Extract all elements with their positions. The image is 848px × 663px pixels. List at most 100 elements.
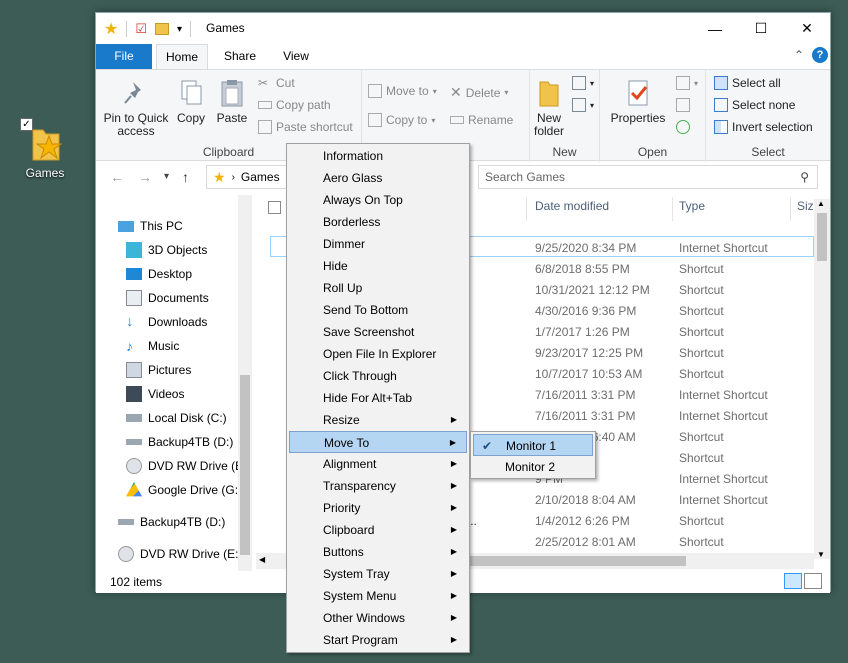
scrollbar-thumb[interactable] — [466, 556, 686, 566]
menu-item-click-through[interactable]: Click Through — [289, 365, 467, 387]
scrollbar-thumb[interactable] — [240, 375, 250, 555]
menu-item-label: Click Through — [323, 369, 397, 383]
properties-check-icon[interactable]: ☑ — [135, 21, 147, 37]
nav-item-dvd-rw-e-root[interactable]: DVD RW Drive (E:) — [118, 543, 242, 565]
maximize-button[interactable]: ☐ — [738, 13, 784, 44]
scroll-down-icon[interactable]: ▼ — [817, 550, 825, 559]
nav-item-pictures[interactable]: Pictures — [126, 359, 191, 381]
invert-selection-button[interactable]: Invert selection — [714, 120, 813, 134]
paste-shortcut-button[interactable]: Paste shortcut — [258, 120, 353, 134]
nav-item-downloads[interactable]: ↓ Downloads — [126, 311, 207, 333]
nav-item-desktop[interactable]: Desktop — [126, 263, 192, 285]
desktop-games-shortcut[interactable]: ✓ Games — [16, 118, 74, 180]
tab-file[interactable]: File — [96, 44, 152, 69]
copy-to-button[interactable]: Copy to ▾ — [368, 113, 435, 127]
paste-button[interactable]: Paste — [214, 78, 250, 125]
nav-label: Local Disk (C:) — [148, 411, 227, 425]
menu-item-start-program[interactable]: Start Program ▶ — [289, 629, 467, 651]
history-button[interactable] — [676, 120, 690, 134]
nav-item-backup4tb-d[interactable]: Backup4TB (D:) — [126, 431, 233, 453]
menu-item-move-to[interactable]: Move To ▶ — [289, 431, 467, 453]
menu-item-roll-up[interactable]: Roll Up — [289, 277, 467, 299]
scroll-left-icon[interactable]: ◀ — [259, 555, 265, 564]
menu-item-monitor-1[interactable]: ✔ Monitor 1 — [473, 434, 593, 456]
menu-item-resize[interactable]: Resize ▶ — [289, 409, 467, 431]
move-to-button[interactable]: Move to ▾ — [368, 84, 437, 98]
file-type: Shortcut — [679, 304, 724, 318]
recent-chevron-icon[interactable]: ▾ — [164, 171, 169, 182]
cut-button[interactable]: ✂ Cut — [258, 76, 295, 90]
paste-label: Paste — [216, 111, 248, 125]
menu-item-label: System Menu — [323, 589, 397, 603]
new-item-button[interactable]: ▾ — [572, 76, 594, 90]
chevron-down-icon: ▾ — [504, 88, 509, 97]
menu-item-send-to-bottom[interactable]: Send To Bottom — [289, 299, 467, 321]
nav-item-music[interactable]: ♪ Music — [126, 335, 179, 357]
help-icon[interactable]: ? — [812, 47, 828, 63]
scrollbar-thumb[interactable] — [817, 213, 827, 261]
menu-item-transparency[interactable]: Transparency ▶ — [289, 475, 467, 497]
edit-button[interactable] — [676, 98, 690, 112]
rename-button[interactable]: Rename — [450, 113, 513, 127]
file-type: Shortcut — [679, 430, 724, 444]
nav-item-documents[interactable]: Documents — [126, 287, 209, 309]
up-arrow-icon[interactable]: ↑ — [182, 169, 189, 185]
new-folder-button[interactable]: New folder — [534, 78, 564, 138]
menu-item-other-windows[interactable]: Other Windows ▶ — [289, 607, 467, 629]
column-date-modified[interactable]: Date modified — [535, 199, 609, 213]
nav-item-3d-objects[interactable]: 3D Objects — [126, 239, 207, 261]
easy-access-button[interactable]: ▾ — [572, 98, 594, 112]
menu-item-system-tray[interactable]: System Tray ▶ — [289, 563, 467, 585]
menu-item-buttons[interactable]: Buttons ▶ — [289, 541, 467, 563]
tab-view[interactable]: View — [272, 44, 320, 69]
menu-item-borderless[interactable]: Borderless — [289, 211, 467, 233]
pin-to-quick-access-button[interactable]: Pin to Quick access — [102, 78, 170, 138]
select-none-button[interactable]: Select none — [714, 98, 795, 112]
menu-item-aero-glass[interactable]: Aero Glass — [289, 167, 467, 189]
select-all-checkbox[interactable] — [268, 201, 281, 214]
menu-item-system-menu[interactable]: System Menu ▶ — [289, 585, 467, 607]
forward-arrow-icon[interactable]: → — [138, 169, 152, 185]
breadcrumb-chevron-icon: › — [231, 171, 235, 183]
menu-item-dimmer[interactable]: Dimmer — [289, 233, 467, 255]
collapse-ribbon-icon[interactable]: ⌃ — [794, 48, 804, 62]
nav-scrollbar[interactable] — [238, 195, 252, 571]
new-folder-icon[interactable] — [155, 23, 169, 35]
column-size[interactable]: Siz — [797, 199, 814, 213]
chevron-down-icon[interactable]: ▾ — [177, 24, 182, 35]
tab-share[interactable]: Share — [216, 44, 264, 69]
details-view-icon[interactable] — [784, 573, 802, 589]
scroll-up-icon[interactable]: ▲ — [817, 199, 825, 208]
nav-item-google-drive-g[interactable]: Google Drive (G: — [126, 479, 238, 501]
menu-item-priority[interactable]: Priority ▶ — [289, 497, 467, 519]
minimize-button[interactable]: — — [692, 13, 738, 44]
menu-item-alignment[interactable]: Alignment ▶ — [289, 453, 467, 475]
menu-item-information[interactable]: Information — [289, 145, 467, 167]
open-button[interactable]: ▾ — [676, 76, 698, 90]
nav-item-backup4tb-d-root[interactable]: Backup4TB (D:) — [118, 511, 225, 533]
nav-item-videos[interactable]: Videos — [126, 383, 184, 405]
menu-item-save-screenshot[interactable]: Save Screenshot — [289, 321, 467, 343]
large-icons-view-icon[interactable] — [804, 573, 822, 589]
menu-item-clipboard[interactable]: Clipboard ▶ — [289, 519, 467, 541]
search-input[interactable]: Search Games ⚲ — [478, 165, 818, 189]
menu-item-open-file-in-explorer[interactable]: Open File In Explorer — [289, 343, 467, 365]
tab-home[interactable]: Home — [156, 44, 208, 69]
copy-button[interactable]: Copy — [174, 78, 208, 125]
select-all-button[interactable]: Select all — [714, 76, 781, 90]
menu-item-hide[interactable]: Hide — [289, 255, 467, 277]
properties-button[interactable]: Properties — [608, 78, 668, 125]
close-button[interactable]: ✕ — [784, 13, 830, 44]
nav-item-dvd-rw-e[interactable]: DVD RW Drive (E — [126, 455, 243, 477]
menu-item-hide-for-alt-tab[interactable]: Hide For Alt+Tab — [289, 387, 467, 409]
back-arrow-icon[interactable]: ← — [110, 169, 124, 185]
nav-item-local-disk-c[interactable]: Local Disk (C:) — [126, 407, 227, 429]
file-list-scrollbar[interactable]: ▲ ▼ — [814, 199, 830, 559]
menu-item-monitor-2[interactable]: Monitor 2 — [473, 456, 593, 478]
star-icon[interactable]: ★ — [104, 19, 118, 39]
nav-item-this-pc[interactable]: This PC — [118, 215, 183, 237]
column-type[interactable]: Type — [679, 199, 705, 213]
delete-button[interactable]: ✕ Delete ▾ — [450, 84, 508, 101]
menu-item-always-on-top[interactable]: Always On Top — [289, 189, 467, 211]
copy-path-button[interactable]: Copy path — [258, 98, 331, 112]
